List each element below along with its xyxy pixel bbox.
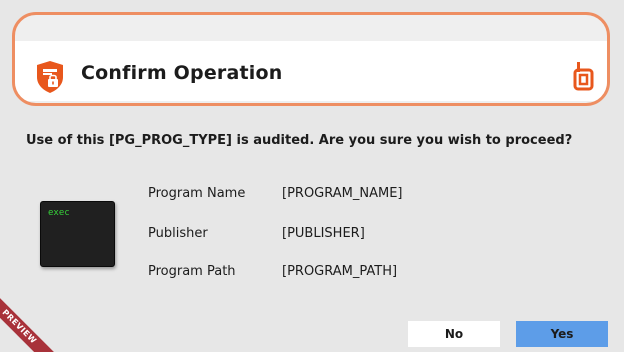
preview-ribbon: PREVIEW bbox=[0, 290, 56, 352]
publisher-label: Publisher bbox=[148, 226, 208, 241]
publisher-value: [PUBLISHER] bbox=[282, 226, 365, 241]
confirm-dialog: Confirm Operation Use of this [PG_PROG_T… bbox=[0, 0, 624, 352]
terminal-icon: exec bbox=[40, 201, 115, 267]
dialog-header: Confirm Operation bbox=[12, 12, 610, 106]
brand-logo-icon bbox=[573, 62, 594, 91]
program-path-value: [PROGRAM_PATH] bbox=[282, 264, 398, 279]
shield-lock-icon bbox=[37, 61, 63, 93]
program-path-label: Program Path bbox=[148, 264, 236, 279]
program-name-label: Program Name bbox=[148, 186, 246, 201]
dialog-title: Confirm Operation bbox=[81, 62, 283, 84]
audit-question: Use of this [PG_PROG_TYPE] is audited. A… bbox=[26, 133, 573, 148]
yes-button[interactable]: Yes bbox=[516, 321, 608, 347]
program-name-value: [PROGRAM_NAME] bbox=[282, 186, 403, 201]
no-button[interactable]: No bbox=[408, 321, 500, 347]
terminal-text: exec bbox=[48, 208, 70, 218]
